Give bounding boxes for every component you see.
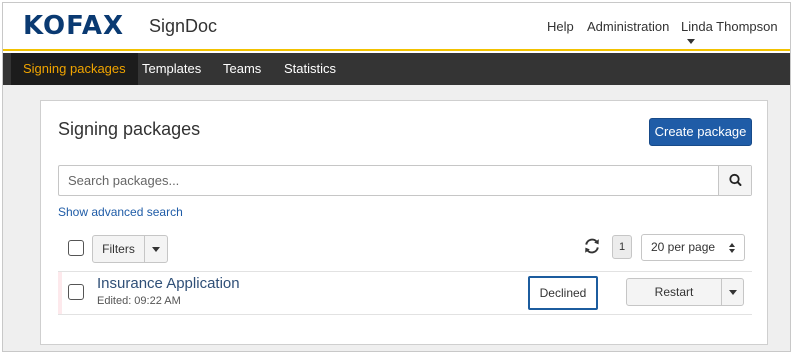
refresh-button[interactable] — [582, 236, 602, 256]
page-title: Signing packages — [58, 119, 201, 139]
signing-packages-panel: Signing packages Create package Show adv… — [40, 100, 768, 345]
advanced-search-link[interactable]: Show advanced search — [58, 205, 183, 219]
help-link[interactable]: Help — [547, 19, 574, 34]
kofax-logo[interactable]: KOFAX — [23, 11, 124, 41]
restart-action-group: Restart — [626, 278, 744, 306]
chevron-down-icon — [687, 39, 695, 45]
search-bar — [58, 165, 752, 196]
package-title-link[interactable]: Insurance Application — [97, 275, 240, 292]
package-row: Insurance Application Edited: 09:22 AM D… — [58, 272, 752, 314]
nav-teams[interactable]: Teams — [211, 53, 273, 85]
top-header: KOFAX SignDoc Help Administration Linda … — [3, 3, 790, 51]
administration-link[interactable]: Administration — [587, 19, 669, 34]
package-edited-time: Edited: 09:22 AM — [97, 295, 181, 307]
user-menu[interactable]: Linda Thompson — [681, 19, 790, 49]
per-page-value: 20 per page — [651, 240, 716, 254]
row-actions-toggle[interactable] — [722, 279, 744, 305]
filters-button[interactable]: Filters — [93, 236, 144, 262]
status-badge: Declined — [528, 276, 598, 310]
main-nav: Signing packages Templates Teams Statist… — [3, 53, 790, 85]
per-page-select[interactable]: 20 per page — [641, 234, 745, 261]
up-down-arrows-icon — [729, 243, 735, 253]
filters-toggle[interactable] — [145, 236, 167, 262]
create-package-button[interactable]: Create package — [649, 118, 752, 146]
search-input[interactable] — [59, 166, 719, 195]
filters-dropdown: Filters — [92, 235, 168, 263]
refresh-icon — [585, 238, 599, 254]
nav-signing-packages[interactable]: Signing packages — [11, 53, 138, 85]
page-number-button[interactable]: 1 — [612, 235, 632, 259]
row-status-accent — [58, 272, 62, 314]
nav-templates[interactable]: Templates — [130, 53, 213, 85]
chevron-down-icon — [729, 290, 737, 295]
search-button[interactable] — [718, 166, 751, 195]
select-all-checkbox[interactable] — [68, 240, 84, 256]
row-checkbox[interactable] — [68, 284, 84, 300]
restart-button[interactable]: Restart — [627, 279, 721, 305]
user-name: Linda Thompson — [681, 19, 778, 34]
chevron-down-icon — [152, 247, 160, 252]
list-divider-bottom — [58, 314, 752, 315]
nav-statistics[interactable]: Statistics — [272, 53, 348, 85]
app-window: KOFAX SignDoc Help Administration Linda … — [2, 2, 791, 352]
search-icon — [729, 173, 742, 186]
product-name: SignDoc — [149, 16, 218, 36]
